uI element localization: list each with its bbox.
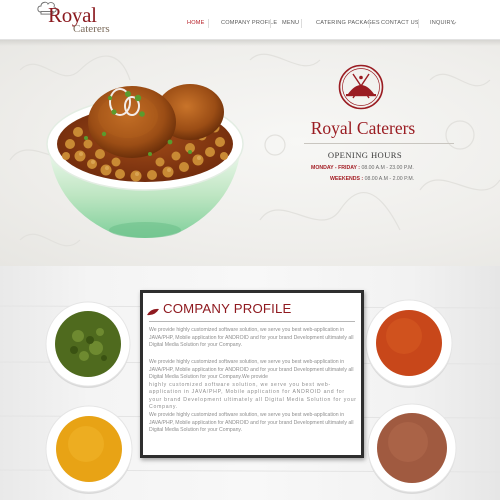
opening-hours-title: OPENING HOURS — [327, 150, 403, 160]
hero-banner: Royal Caterers OPENING HOURS MONDAY - FR… — [0, 40, 500, 266]
hours-weekdays: MONDAY - FRIDAY : 08.00 A.M - 23.00 P.M. — [311, 165, 414, 172]
company-profile-card: COMPANY PROFILE We provide highly custom… — [140, 290, 364, 458]
chole-tikki-bowl-image — [46, 84, 244, 238]
nav-divider — [301, 19, 302, 28]
header-shadow — [0, 40, 500, 46]
turmeric-powder-bowl-image — [45, 405, 133, 494]
nav-home[interactable]: HOME — [187, 20, 205, 26]
nav-company-profile[interactable]: COMPANY PROFILE — [221, 20, 277, 26]
catering-cloche-icon — [338, 64, 384, 110]
nav-contact-us[interactable]: CONTACT US — [381, 20, 419, 26]
nav-menu[interactable]: MENU — [282, 20, 299, 26]
profile-paragraph: We provide highly customized software so… — [149, 327, 354, 349]
profile-divider — [149, 321, 355, 322]
nav-catering-packages[interactable]: CATERING PACKAGES — [316, 20, 380, 26]
nav-divider — [208, 19, 209, 28]
company-profile-title: COMPANY PROFILE — [163, 301, 292, 316]
brand-title: Royal Caterers — [310, 118, 416, 138]
leaf-ornament-icon — [147, 308, 159, 316]
profile-paragraph: We provide highly customized software so… — [149, 412, 354, 434]
dropdown-arrow-icon — [451, 21, 457, 25]
profile-paragraph: highly customized software solution, we … — [149, 381, 357, 411]
red-chilli-powder-bowl-image — [365, 299, 453, 388]
hours-days-label: WEEKENDS : — [330, 176, 364, 182]
hours-days-label: MONDAY - FRIDAY : — [311, 165, 360, 171]
nav-divider — [369, 19, 370, 28]
nav-divider — [270, 19, 271, 28]
hours-weekends: WEEKENDS : 08.00 A.M - 2.00 P.M. — [330, 176, 414, 183]
main-nav: HOME COMPANY PROFILE MENU CATERING PACKA… — [0, 19, 500, 30]
nav-divider — [418, 19, 419, 28]
company-section: COMPANY PROFILE We provide highly custom… — [0, 266, 500, 500]
dried-herbs-bowl-image — [45, 301, 131, 388]
profile-paragraph: We provide highly customized software so… — [149, 359, 354, 381]
brand-divider — [304, 143, 454, 144]
site-header: Royal Caterers HOME COMPANY PROFILE MENU… — [0, 0, 500, 40]
garam-masala-bowl-image — [367, 403, 457, 494]
hours-time-value: 08.00 A.M - 23.00 P.M. — [360, 165, 414, 171]
hours-time-value: 08.00 A.M - 2.00 P.M. — [363, 176, 415, 182]
